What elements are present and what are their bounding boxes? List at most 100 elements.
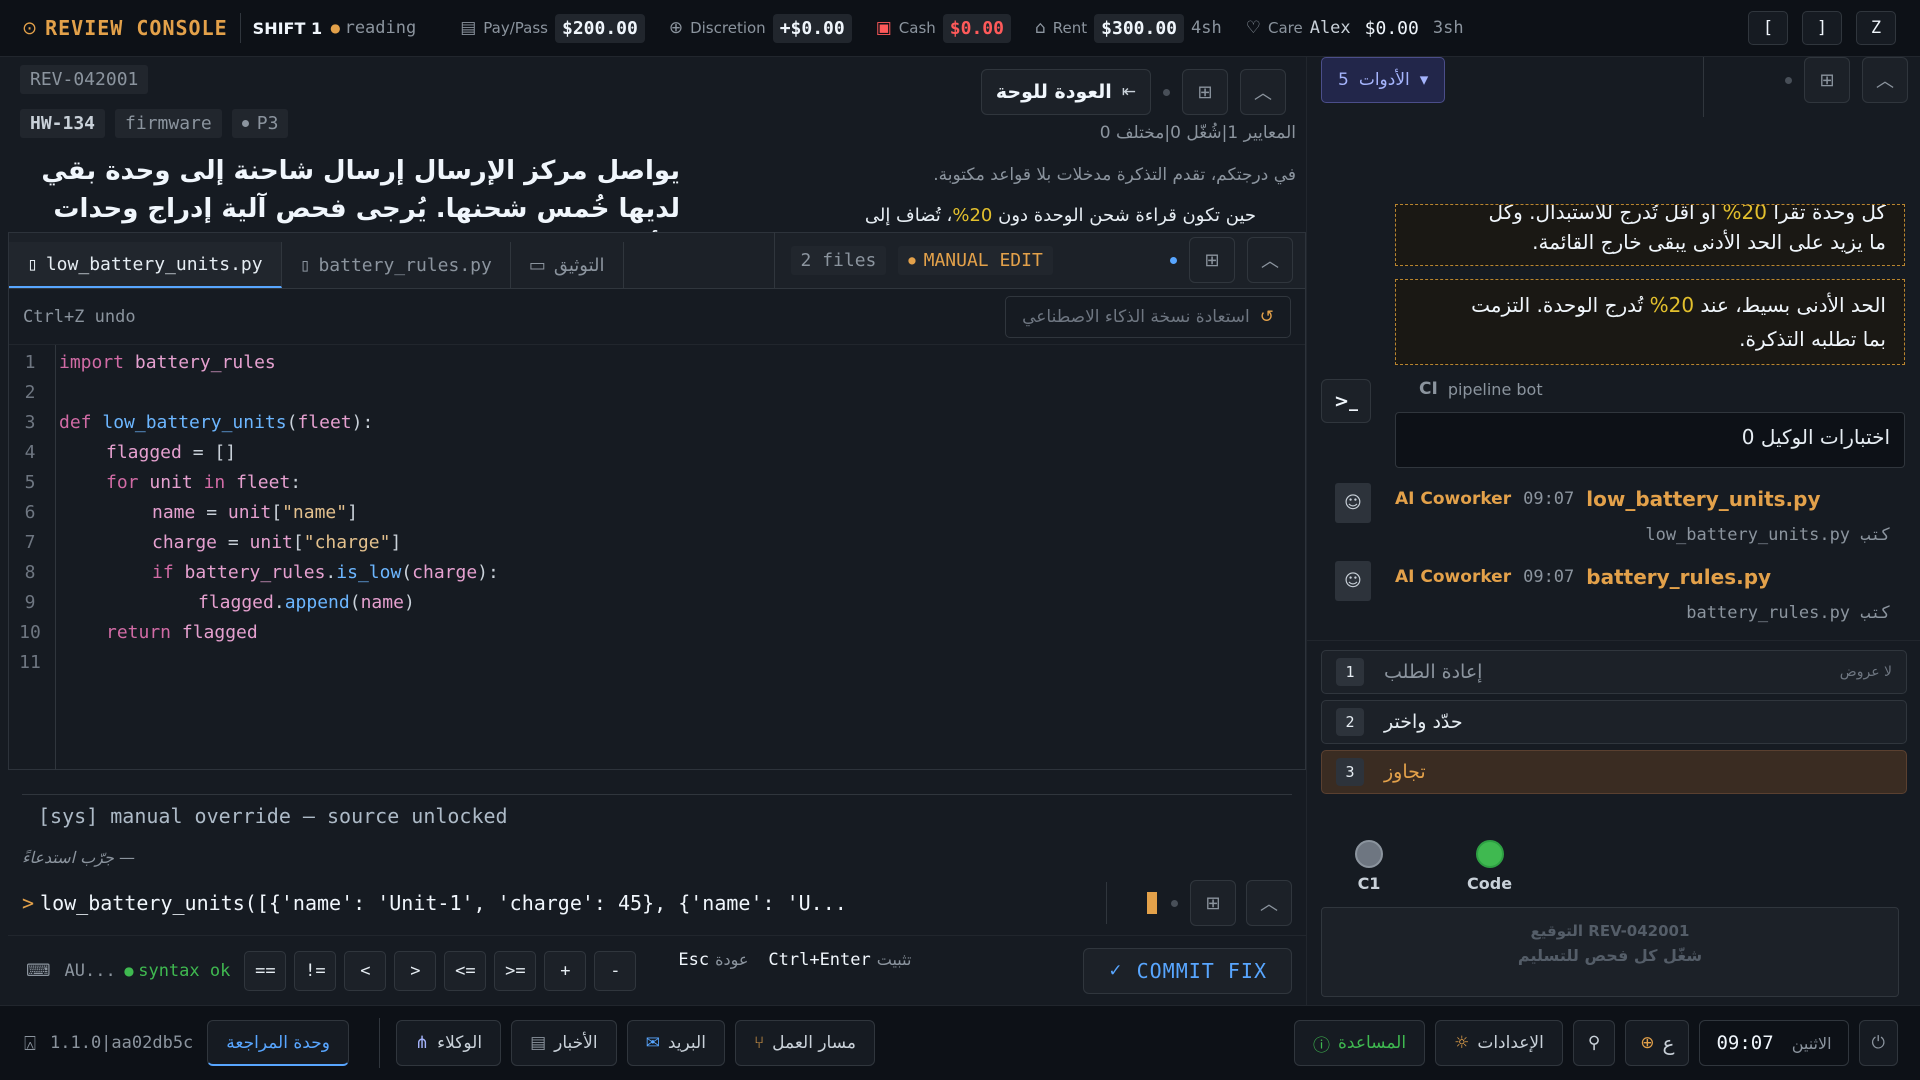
panel-grid-button[interactable]: ⊞ <box>1804 57 1850 103</box>
power-logo-icon: ⍓ <box>24 1031 36 1055</box>
file-icon: ▯ <box>299 254 311 276</box>
power-button[interactable]: ⏻ <box>1858 1020 1898 1066</box>
note-card-1: كل وحدة تقرأ 20% أو أقل تُدرج للاستبدال.… <box>1395 204 1905 266</box>
review-unit-button[interactable]: وحدة المراجعة <box>207 1020 349 1066</box>
chevron-up-icon: ︿ <box>1261 251 1279 272</box>
restore-ai-button[interactable]: استعادة نسخة الذكاء الاصطناعي ↺ <box>1005 295 1291 338</box>
agent-tests-box: اختبارات الوكيل 0 <box>1395 412 1905 468</box>
code-line: 5 for unit in fleet: <box>24 471 302 493</box>
sun-icon: ☼ <box>1454 1033 1470 1053</box>
exit-icon: ⇤ <box>1121 82 1136 102</box>
layout-grid-button[interactable]: ⊞ <box>1182 69 1228 115</box>
app-title: REVIEW CONSOLE <box>45 16 228 40</box>
ticket-desc-2: حين تكون قراءة شحن الوحدة دون 20%، تُضاف… <box>864 205 1256 226</box>
ticket-panel: REV-042001 HW-134 firmware P3 يواصل مركز… <box>0 57 1306 232</box>
sys-message: [sys] manual override — source unlocked <box>38 804 508 828</box>
commit-fix-button[interactable]: ✓ COMMIT FIX <box>1083 947 1292 994</box>
check-icon: ✓ <box>1108 960 1123 981</box>
news-icon: ▤ <box>530 1033 547 1053</box>
settings-button[interactable]: ☼ الإعدادات <box>1435 1020 1563 1066</box>
op-plus[interactable]: + <box>544 950 587 991</box>
console-panel: [sys] manual override — source unlocked … <box>8 770 1306 930</box>
rent-due: 4sh <box>1191 18 1222 38</box>
keyboard-icon: ⌨ <box>26 960 51 981</box>
code-editor: ▯ low_battery_units.py ▯ battery_rules.py … <box>8 232 1306 771</box>
key-bracket-right[interactable]: ] <box>1802 11 1842 45</box>
avatar: ☺ <box>1335 561 1371 601</box>
pin-button[interactable]: ⚲ <box>1572 1020 1616 1066</box>
option-override[interactable]: 3 تجاوز <box>1321 750 1907 794</box>
language-button[interactable]: ⊕ ع <box>1625 1020 1690 1066</box>
code-line: 1 import battery_rules <box>24 351 276 373</box>
code-line: 2 <box>24 381 36 403</box>
ticket-title: يواصل مركز الإرسال إرسال شاحنة إلى وحدة … <box>41 156 680 224</box>
tools-dropdown[interactable]: 5 الأدوات ▾ <box>1321 57 1446 103</box>
tab-low-battery-units[interactable]: ▯ low_battery_units.py <box>9 242 282 288</box>
op-eq[interactable]: == <box>244 950 287 991</box>
paypass-value: $200.00 <box>554 13 645 43</box>
sign-off-box[interactable]: التوقيع REV-042001 شغّل كل فحص للتسليم <box>1321 907 1899 997</box>
op-gt[interactable]: > <box>394 950 437 991</box>
tab-battery-rules[interactable]: ▯ battery_rules.py <box>282 242 511 288</box>
editor-collapse-button[interactable]: ︿ <box>1247 237 1293 283</box>
mode-label: reading <box>344 18 417 38</box>
option-select-pick[interactable]: 2 حدّد واختر <box>1321 700 1907 744</box>
back-to-board-button[interactable]: العودة للوحة ⇤ <box>980 69 1151 115</box>
grid-icon: ⊞ <box>1197 81 1213 103</box>
status-light <box>1355 840 1383 868</box>
key-bracket-left[interactable]: [ <box>1748 11 1788 45</box>
caret-down-icon: ▾ <box>1419 70 1429 90</box>
news-button[interactable]: ▤ الأخبار <box>511 1020 617 1066</box>
option-rerequest[interactable]: 1 إعادة الطلب لا عروض <box>1321 650 1907 694</box>
op-gte[interactable]: >= <box>494 950 537 991</box>
console-input[interactable]: low_battery_units([{'name': 'Unit-1', 'c… <box>40 891 847 915</box>
cash-icon: ▣ <box>875 18 892 38</box>
hw-id-badge: HW-134 <box>20 109 106 138</box>
op-minus[interactable]: - <box>594 950 637 991</box>
key-z[interactable]: Z <box>1856 11 1896 45</box>
code-area[interactable]: 1 import battery_rules 2 3 def low_battery… <box>9 345 1305 771</box>
mail-icon: ✉ <box>645 1033 660 1053</box>
undo-hint: Ctrl+Z undo <box>23 306 136 327</box>
cash-value: $0.00 <box>942 13 1011 43</box>
review-id: REV-042001 <box>20 65 149 94</box>
care-value: $0.00 <box>1364 17 1419 39</box>
rent-value: $300.00 <box>1094 13 1184 43</box>
mail-button[interactable]: ✉ البريد <box>626 1020 725 1066</box>
status-c1: C1 <box>1355 840 1383 894</box>
wallet-icon: ▤ <box>460 18 477 38</box>
console-collapse-button[interactable]: ︿ <box>1246 880 1292 926</box>
avatar: ☺ <box>1335 483 1371 523</box>
code-line: 3 def low_battery_units(fleet): <box>24 411 374 433</box>
chevron-up-icon: ︿ <box>1254 83 1272 104</box>
editor-grid-button[interactable]: ⊞ <box>1189 237 1235 283</box>
help-icon: ⓘ <box>1313 1035 1331 1056</box>
console-grid-button[interactable]: ⊞ <box>1190 880 1236 926</box>
grid-icon: ⊞ <box>1819 69 1835 91</box>
help-button[interactable]: ⓘ المساعدة <box>1294 1020 1426 1066</box>
priority-badge: P3 <box>231 109 289 138</box>
status-light <box>1475 840 1504 868</box>
manual-edit-badge: ● MANUAL EDIT <box>898 245 1053 275</box>
op-lte[interactable]: <= <box>444 950 487 991</box>
agents-button[interactable]: ⋔ الوكلاء <box>395 1020 502 1066</box>
status-bar: ⍓ 1.1.0|aa02db5c وحدة المراجعة ⋔ الوكلاء … <box>0 1005 1920 1080</box>
code-line: 7 charge = unit["charge"] <box>24 531 402 553</box>
collapse-button[interactable]: ︿ <box>1240 69 1286 115</box>
terminal-icon[interactable]: >_ <box>1321 379 1371 423</box>
workflow-button[interactable]: ⑂ مسار العمل <box>734 1020 876 1066</box>
cash-stat: ▣ Cash $0.00 <box>875 13 1011 43</box>
heart-icon: ♡ <box>1245 18 1261 38</box>
tab-docs[interactable]: ▭ التوثيق <box>511 242 624 288</box>
code-line: 6 name = unit["name"] <box>24 501 358 523</box>
panel-collapse-button[interactable]: ︿ <box>1862 57 1908 103</box>
category-badge: firmware <box>115 109 222 138</box>
discretion-stat: ⊕ Discretion +$0.00 <box>669 13 852 43</box>
chevron-up-icon: ︿ <box>1260 894 1278 915</box>
op-lt[interactable]: < <box>344 950 387 991</box>
code-line: 4 flagged = [] <box>24 441 237 463</box>
rent-stat: ⌂ Rent $300.00 4sh <box>1035 13 1222 43</box>
version-label: 1.1.0|aa02db5c <box>50 1033 194 1053</box>
undo-icon: ↺ <box>1259 306 1274 327</box>
op-neq[interactable]: != <box>294 950 337 991</box>
